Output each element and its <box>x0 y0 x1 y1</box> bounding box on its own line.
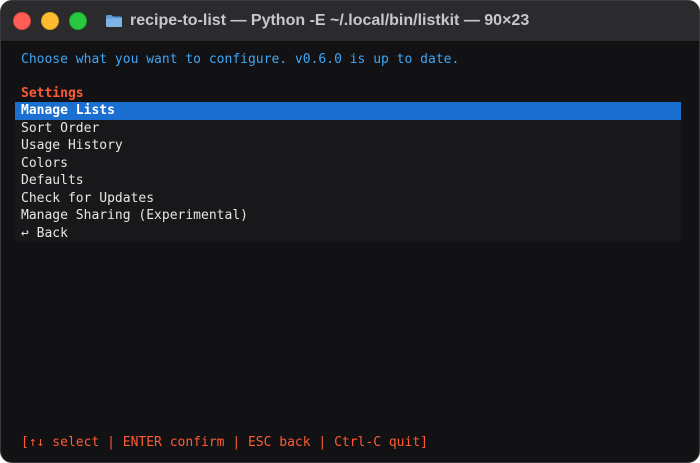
menu-item-back[interactable]: ↩ Back <box>15 225 681 243</box>
menu-item-colors[interactable]: Colors <box>15 155 681 173</box>
menu-item-manage-sharing[interactable]: Manage Sharing (Experimental) <box>15 207 681 225</box>
section-title: Settings <box>21 86 84 101</box>
minimize-window-button[interactable] <box>41 12 59 30</box>
menu-item-manage-lists[interactable]: Manage Lists <box>15 102 681 120</box>
status-message: Choose what you want to configure. v0.6.… <box>21 52 460 67</box>
zoom-window-button[interactable] <box>69 12 87 30</box>
menu-item-check-for-updates[interactable]: Check for Updates <box>15 190 681 208</box>
terminal-content[interactable]: Choose what you want to configure. v0.6.… <box>15 47 687 457</box>
menu-item-sort-order[interactable]: Sort Order <box>15 120 681 138</box>
window-title: recipe-to-list — Python -E ~/.local/bin/… <box>130 12 530 29</box>
keybinding-hints: [↑↓ select | ENTER confirm | ESC back | … <box>21 435 428 450</box>
menu-item-defaults[interactable]: Defaults <box>15 172 681 190</box>
terminal-window: recipe-to-list — Python -E ~/.local/bin/… <box>0 0 700 463</box>
settings-menu: Manage Lists Sort Order Usage History Co… <box>15 102 681 242</box>
title-bar[interactable]: recipe-to-list — Python -E ~/.local/bin/… <box>1 1 699 42</box>
close-window-button[interactable] <box>13 12 31 30</box>
folder-icon <box>105 14 123 28</box>
menu-item-usage-history[interactable]: Usage History <box>15 137 681 155</box>
window-title-group: recipe-to-list — Python -E ~/.local/bin/… <box>105 1 529 41</box>
